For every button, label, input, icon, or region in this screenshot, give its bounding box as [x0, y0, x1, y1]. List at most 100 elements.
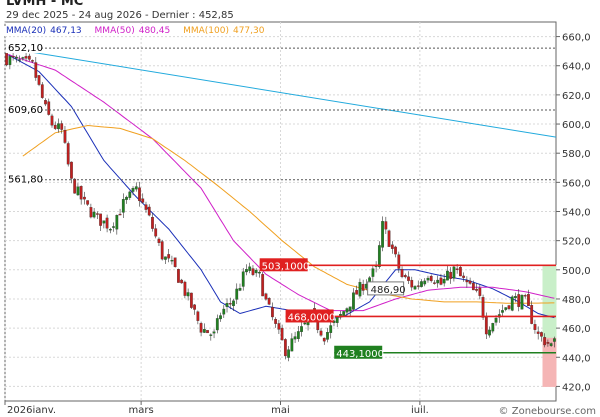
target-label: 468,0000	[288, 312, 336, 323]
candle-body	[228, 303, 232, 305]
candle-body	[329, 325, 333, 333]
y-tick-label: 660,0	[562, 33, 591, 44]
legend: MMA(20) 467,13 MMA(50) 480,45 MMA(100) 477,…	[4, 26, 271, 36]
candle-body	[151, 217, 154, 229]
candle-body	[322, 337, 326, 342]
candle-body	[219, 315, 222, 320]
chart-title: LVMH - MC	[6, 0, 84, 9]
legend-mma50-label: MMA(50)	[94, 26, 135, 36]
candle-body	[387, 230, 391, 247]
candle-body	[267, 298, 271, 305]
candle-body	[99, 213, 102, 226]
candle-body	[254, 269, 258, 274]
candle-body	[202, 329, 206, 333]
x-tick-label: juil.	[410, 405, 429, 413]
candle-body	[193, 304, 196, 310]
candle-body	[206, 330, 209, 334]
candle-body	[287, 349, 290, 358]
legend-mma100-value: 477,30	[232, 26, 265, 36]
candle-body	[280, 327, 284, 341]
candle-body	[455, 268, 459, 270]
candle-body	[407, 276, 410, 281]
candle-body	[459, 267, 462, 277]
x-tick-label: mars	[129, 405, 154, 413]
target-label: 443,1000	[336, 349, 384, 360]
candle-body	[18, 59, 21, 61]
candle-body	[118, 213, 122, 216]
candle-body	[14, 56, 18, 59]
candle-body	[552, 338, 556, 342]
candle-body	[264, 293, 268, 300]
candle-body	[92, 211, 96, 218]
candle-body	[261, 274, 265, 297]
candle-body	[274, 318, 278, 324]
candle-body	[510, 296, 514, 311]
candle-body	[283, 339, 287, 357]
candle-body	[134, 186, 138, 190]
candle-body	[34, 62, 38, 78]
candle-body	[222, 308, 226, 315]
price-annotation-label: 486,90	[371, 285, 406, 296]
candle-body	[11, 55, 15, 58]
candle-body	[154, 228, 158, 237]
legend-mma50-value: 480,45	[138, 26, 171, 36]
candle-body	[494, 317, 498, 323]
x-tick-label: mai	[271, 405, 290, 413]
level-label: 561,80	[8, 175, 43, 186]
candle-body	[436, 279, 440, 284]
candle-body	[533, 324, 537, 330]
candle-body	[520, 295, 524, 310]
candle-body	[348, 306, 352, 312]
candle-body	[335, 316, 339, 323]
candle-body	[416, 285, 420, 287]
candle-body	[108, 228, 112, 231]
candle-body	[543, 337, 547, 346]
candle-body	[24, 56, 28, 59]
candle-body	[527, 294, 530, 307]
stock-chart: 652,10 609,60 561,80 503,1000 468,0000 443,10…	[4, 21, 591, 413]
candle-body	[429, 275, 433, 282]
candle-body	[462, 275, 466, 278]
candle-body	[102, 220, 106, 224]
candle-body	[238, 288, 242, 291]
chart-subtitle: 29 dec 2025 - 24 aug 2026 - Dernier : 45…	[6, 10, 234, 21]
candle-body	[76, 186, 80, 196]
candle-body	[413, 286, 417, 290]
candle-body	[397, 254, 401, 269]
candle-body	[293, 336, 297, 340]
y-tick-label: 420,0	[562, 382, 591, 393]
candle-body	[215, 318, 219, 331]
candle-body	[128, 191, 132, 198]
candle-body	[514, 296, 517, 299]
candle-body	[37, 75, 41, 85]
candle-body	[44, 100, 47, 105]
candle-body	[488, 329, 491, 336]
candle-body	[199, 323, 203, 333]
candle-body	[105, 217, 109, 229]
candle-body	[125, 196, 128, 200]
candle-body	[410, 279, 414, 288]
y-tick-label: 440,0	[562, 353, 591, 364]
candle-body	[21, 57, 25, 59]
candle-body	[371, 268, 375, 277]
candle-body	[523, 295, 527, 297]
candle-body	[115, 215, 119, 230]
candle-body	[70, 161, 73, 179]
candle-body	[491, 323, 495, 332]
candle-body	[183, 281, 187, 296]
target-label: 503,1000	[262, 261, 310, 272]
candle-body	[147, 206, 151, 216]
candle-body	[121, 199, 125, 213]
candle-body	[138, 187, 141, 202]
candle-body	[31, 60, 34, 62]
candle-body	[433, 282, 436, 284]
candle-body	[290, 338, 294, 352]
candle-body	[63, 130, 67, 143]
candle-body	[517, 294, 521, 307]
candle-body	[277, 323, 281, 330]
y-tick-label: 580,0	[562, 149, 591, 160]
y-tick-label: 480,0	[562, 295, 591, 306]
candle-body	[468, 280, 472, 284]
candle-body	[400, 269, 404, 278]
candle-body	[60, 123, 64, 130]
